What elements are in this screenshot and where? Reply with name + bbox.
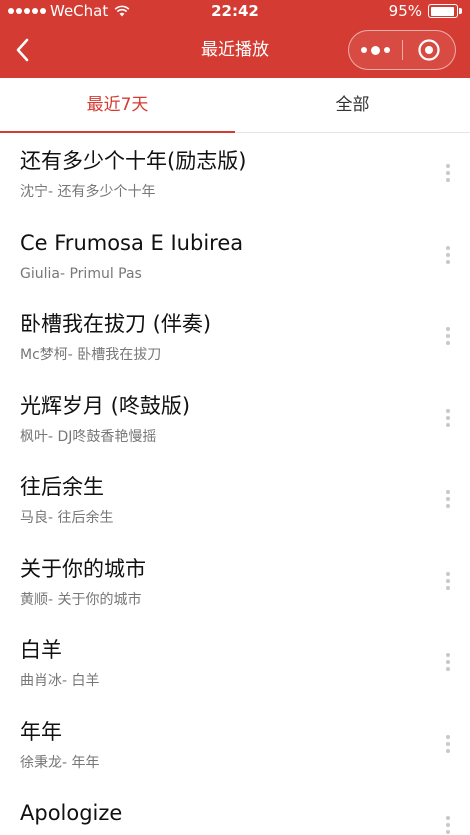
battery-icon — [428, 4, 462, 18]
song-artist-album: 曲肖冰- 白羊 — [20, 673, 100, 689]
song-artist-album: 沈宁- 还有多少个十年 — [20, 184, 156, 200]
song-title: 往后余生 — [20, 475, 104, 499]
song-title: 卧槽我在拔刀 (伴奏) — [20, 312, 212, 336]
song-title: 光辉岁月 (咚鼓版) — [20, 393, 191, 418]
song-list-item[interactable]: 还有多少个十年(励志版) 沈宁- 还有多少个十年 — [0, 133, 470, 215]
song-artist-album: 黄顺- 关于你的城市 — [20, 591, 142, 608]
song-list-item[interactable]: Apologize — [0, 785, 470, 835]
app-header: WeChat 22:42 95% 最近播放 — [0, 0, 470, 78]
song-artist-album: 徐秉龙- 年年 — [20, 754, 100, 771]
song-artist-album: Mc梦柯- 卧槽我在拔刀 — [20, 347, 162, 363]
tab-recent-7-days[interactable]: 最近7天 — [0, 78, 235, 133]
battery-status: 95% — [389, 0, 462, 22]
nav-bar: 最近播放 — [0, 22, 470, 78]
song-title: Apologize — [20, 801, 123, 825]
song-title: 关于你的城市 — [20, 556, 146, 581]
vertical-more-icon[interactable] — [440, 569, 456, 593]
song-list-item[interactable]: 白羊曲肖冰- 白羊 — [0, 622, 470, 704]
song-title: 年年 — [20, 719, 62, 744]
target-close-icon — [418, 39, 440, 61]
vertical-more-icon[interactable] — [440, 650, 456, 674]
vertical-more-icon[interactable] — [440, 487, 456, 511]
tab-all[interactable]: 全部 — [235, 78, 470, 132]
song-title: 还有多少个十年(励志版) — [20, 149, 247, 173]
song-artist-album: 马良- 往后余生 — [20, 510, 114, 526]
song-list-item[interactable]: 年年徐秉龙- 年年 — [0, 704, 470, 786]
battery-percent: 95% — [388, 2, 422, 20]
vertical-more-icon[interactable] — [440, 732, 456, 756]
vertical-more-icon[interactable] — [440, 324, 456, 348]
song-title: Ce Frumosa E Iubirea — [20, 230, 244, 255]
vertical-more-icon[interactable] — [440, 161, 456, 185]
vertical-more-icon[interactable] — [440, 243, 456, 267]
vertical-more-icon[interactable] — [440, 406, 456, 430]
song-list-item[interactable]: 往后余生马良- 往后余生 — [0, 459, 470, 541]
more-dots-icon — [360, 47, 367, 53]
song-list-item[interactable]: 光辉岁月 (咚鼓版) 枫叶- DJ咚鼓香艳慢摇 — [0, 378, 470, 460]
more-menu-button[interactable] — [349, 31, 402, 69]
status-bar: WeChat 22:42 95% — [0, 0, 470, 22]
song-artist-album: 枫叶- DJ咚鼓香艳慢摇 — [20, 428, 157, 445]
song-artist-album: Giulia- Primul Pas — [20, 265, 142, 282]
close-mini-program-button[interactable] — [403, 31, 456, 69]
song-list-item[interactable]: Ce Frumosa E Iubirea Giulia- Primul Pas — [0, 215, 470, 297]
mini-program-capsule — [348, 30, 456, 70]
vertical-more-icon[interactable] — [440, 813, 456, 835]
song-list-item[interactable]: 卧槽我在拔刀 (伴奏) Mc梦柯- 卧槽我在拔刀 — [0, 296, 470, 378]
tab-bar: 最近7天 全部 — [0, 78, 470, 133]
song-list: 还有多少个十年(励志版) 沈宁- 还有多少个十年 Ce Frumosa E Iubi… — [0, 133, 470, 835]
song-title: 白羊 — [20, 638, 62, 662]
song-list-item[interactable]: 关于你的城市黄顺- 关于你的城市 — [0, 541, 470, 623]
